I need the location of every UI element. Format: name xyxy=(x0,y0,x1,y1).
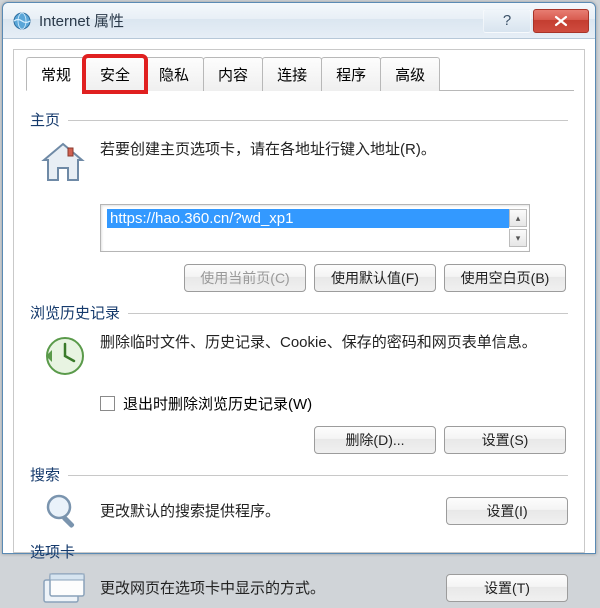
tab-programs[interactable]: 程序 xyxy=(321,57,381,91)
homepage-url-selected-text: https://hao.360.cn/?wd_xp1 xyxy=(107,209,509,228)
history-desc: 删除临时文件、历史记录、Cookie、保存的密码和网页表单信息。 xyxy=(100,329,537,355)
tabs-icon xyxy=(36,568,90,608)
tab-content[interactable]: 内容 xyxy=(203,57,263,91)
tab-privacy[interactable]: 隐私 xyxy=(144,57,204,91)
group-label-history: 浏览历史记录 xyxy=(30,302,128,323)
tab-security[interactable]: 安全 xyxy=(85,57,145,91)
search-icon xyxy=(36,491,90,531)
search-desc: 更改默认的搜索提供程序。 xyxy=(100,498,436,524)
homepage-url-input[interactable]: https://hao.360.cn/?wd_xp1 ▴ ▾ xyxy=(100,204,530,252)
use-blank-button[interactable]: 使用空白页(B) xyxy=(444,264,566,292)
internet-options-icon xyxy=(13,12,31,30)
spin-up-icon[interactable]: ▴ xyxy=(509,209,527,227)
group-label-tabs: 选项卡 xyxy=(30,541,83,562)
group-search: 搜索 更改默认的搜索提供程序。 设置(I) xyxy=(30,464,568,531)
tabs-desc: 更改网页在选项卡中显示的方式。 xyxy=(100,575,436,601)
window-frame: Internet 属性 ? 常规 安全 隐私 内容 连接 程序 高级 xyxy=(2,2,596,554)
tab-advanced[interactable]: 高级 xyxy=(380,57,440,91)
tab-general[interactable]: 常规 xyxy=(26,57,86,91)
homepage-desc: 若要创建主页选项卡，请在各地址行键入地址(R)。 xyxy=(100,136,436,162)
history-icon xyxy=(36,329,90,383)
search-settings-button[interactable]: 设置(I) xyxy=(446,497,568,525)
window-buttons: ? xyxy=(481,9,589,33)
close-icon xyxy=(554,15,568,27)
group-tabs: 选项卡 更改网页在选项卡中显示的方式。 设置(T) xyxy=(30,541,568,608)
group-label-homepage: 主页 xyxy=(30,109,68,130)
delete-history-button[interactable]: 删除(D)... xyxy=(314,426,436,454)
tabs-settings-button[interactable]: 设置(T) xyxy=(446,574,568,602)
group-homepage: 主页 若要创建主页选项卡，请在各地址行键入地址(R)。 xyxy=(30,109,568,292)
delete-on-exit-checkbox[interactable] xyxy=(100,396,115,411)
group-divider xyxy=(68,120,568,121)
help-button[interactable]: ? xyxy=(483,9,531,33)
inner-panel: 常规 安全 隐私 内容 连接 程序 高级 主页 xyxy=(13,49,585,553)
spin-down-icon[interactable]: ▾ xyxy=(509,229,527,247)
client-area: 常规 安全 隐私 内容 连接 程序 高级 主页 xyxy=(3,39,595,553)
use-default-button[interactable]: 使用默认值(F) xyxy=(314,264,436,292)
tab-connections[interactable]: 连接 xyxy=(262,57,322,91)
group-divider xyxy=(68,475,568,476)
group-label-search: 搜索 xyxy=(30,464,68,485)
tab-panel-general: 主页 若要创建主页选项卡，请在各地址行键入地址(R)。 xyxy=(24,91,574,608)
home-icon xyxy=(36,136,90,190)
tabstrip: 常规 安全 隐私 内容 连接 程序 高级 xyxy=(26,56,574,91)
use-current-button[interactable]: 使用当前页(C) xyxy=(184,264,306,292)
delete-on-exit-label: 退出时删除浏览历史记录(W) xyxy=(123,393,312,414)
url-spinner: ▴ ▾ xyxy=(509,209,527,247)
group-history: 浏览历史记录 删除临时文件、历史记录、Cookie、保存的密码和网页表单信息。 xyxy=(30,302,568,454)
history-settings-button[interactable]: 设置(S) xyxy=(444,426,566,454)
titlebar: Internet 属性 ? xyxy=(3,3,595,39)
window-title: Internet 属性 xyxy=(39,10,481,31)
group-divider xyxy=(128,313,568,314)
group-divider xyxy=(83,552,568,553)
close-button[interactable] xyxy=(533,9,589,33)
